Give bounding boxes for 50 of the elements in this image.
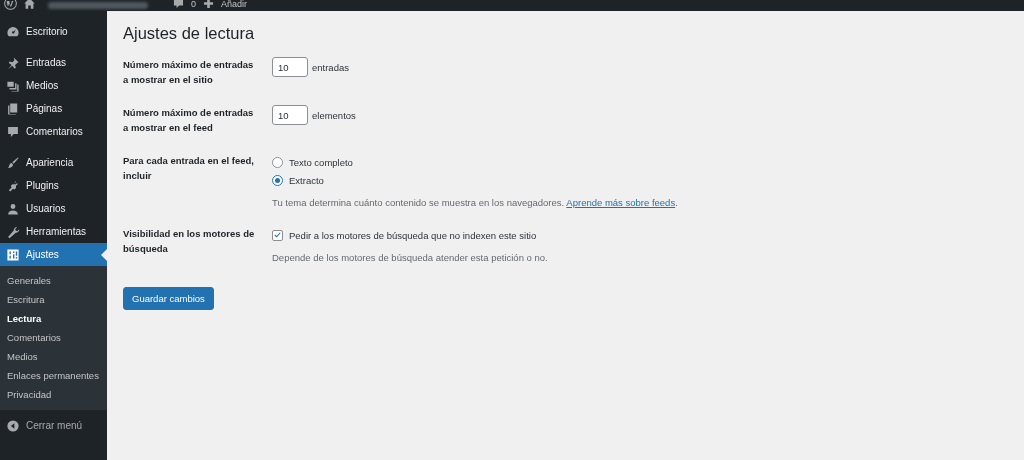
checkmark-icon [273, 230, 282, 240]
menu-item[interactable]: Plugins [0, 174, 107, 197]
menu-item[interactable]: Comentarios [0, 120, 107, 143]
blurred-site-name[interactable] [48, 2, 148, 9]
comment-count: 0 [191, 0, 196, 9]
submenu-item[interactable]: Medios [0, 347, 107, 366]
pin-icon [6, 55, 20, 70]
user-icon [6, 201, 20, 216]
wrench-icon [6, 224, 20, 239]
sliders-icon [6, 247, 20, 262]
menu-item[interactable]: Escritorio [0, 20, 107, 43]
save-button[interactable]: Guardar cambios [123, 287, 214, 310]
menu-item[interactable]: Apariencia [0, 151, 107, 174]
submenu-item[interactable]: Lectura [0, 309, 107, 328]
submenu-item[interactable]: Comentarios [0, 328, 107, 347]
menu-item[interactable]: Entradas [0, 51, 107, 74]
unit-label: elementos [312, 109, 356, 121]
gauge-icon [6, 24, 20, 39]
menu-item[interactable]: Medios [0, 74, 107, 97]
menu-item[interactable]: Usuarios [0, 197, 107, 220]
brush-icon [6, 155, 20, 170]
submenu-item[interactable]: Escritura [0, 290, 107, 309]
page-title: Ajustes de lectura [123, 24, 256, 43]
help-text: Depende de los motores de búsqueda atender esta petición o no. [272, 252, 548, 263]
home-icon [23, 0, 36, 10]
number-input[interactable]: 10 [272, 57, 308, 77]
menu-item[interactable]: Herramientas [0, 220, 107, 243]
comment-icon [172, 0, 185, 10]
menu-item[interactable]: Ajustes [0, 243, 107, 266]
submenu-item[interactable]: Generales [0, 271, 107, 290]
setting-label: Número máximo de entradas a mostrar en el feed [123, 106, 255, 135]
setting-label: Para cada entrada en el feed, incluir [123, 154, 255, 183]
unit-label: entradas [312, 61, 349, 73]
pages-icon [6, 101, 20, 116]
add-new-link[interactable]: Añadir [221, 0, 248, 9]
radio-option[interactable]: Extracto [272, 171, 678, 189]
number-input[interactable]: 10 [272, 105, 308, 125]
comment-icon [6, 124, 20, 139]
checkbox-option[interactable]: Pedir a los motores de búsqueda que no indexen este sitio [272, 226, 548, 244]
submenu-item[interactable]: Privacidad [0, 385, 107, 404]
setting-label: Número máximo de entradas a mostrar en el sitio [123, 58, 255, 87]
plus-icon [202, 0, 215, 10]
wordpress-logo-icon [4, 0, 17, 10]
radio-option[interactable]: Texto completo [272, 153, 678, 171]
menu-item[interactable]: Páginas [0, 97, 107, 120]
plug-icon [6, 178, 20, 193]
help-text: Tu tema determina cuánto contenido se muestra en los navegadores. Aprende más sobre feeds. [272, 197, 678, 208]
setting-label: Visibilidad en los motores de búsqueda [123, 227, 256, 256]
submenu-item[interactable]: Enlaces permanentes [0, 366, 107, 385]
collapse-menu-button[interactable]: Cerrar menú [0, 414, 107, 437]
